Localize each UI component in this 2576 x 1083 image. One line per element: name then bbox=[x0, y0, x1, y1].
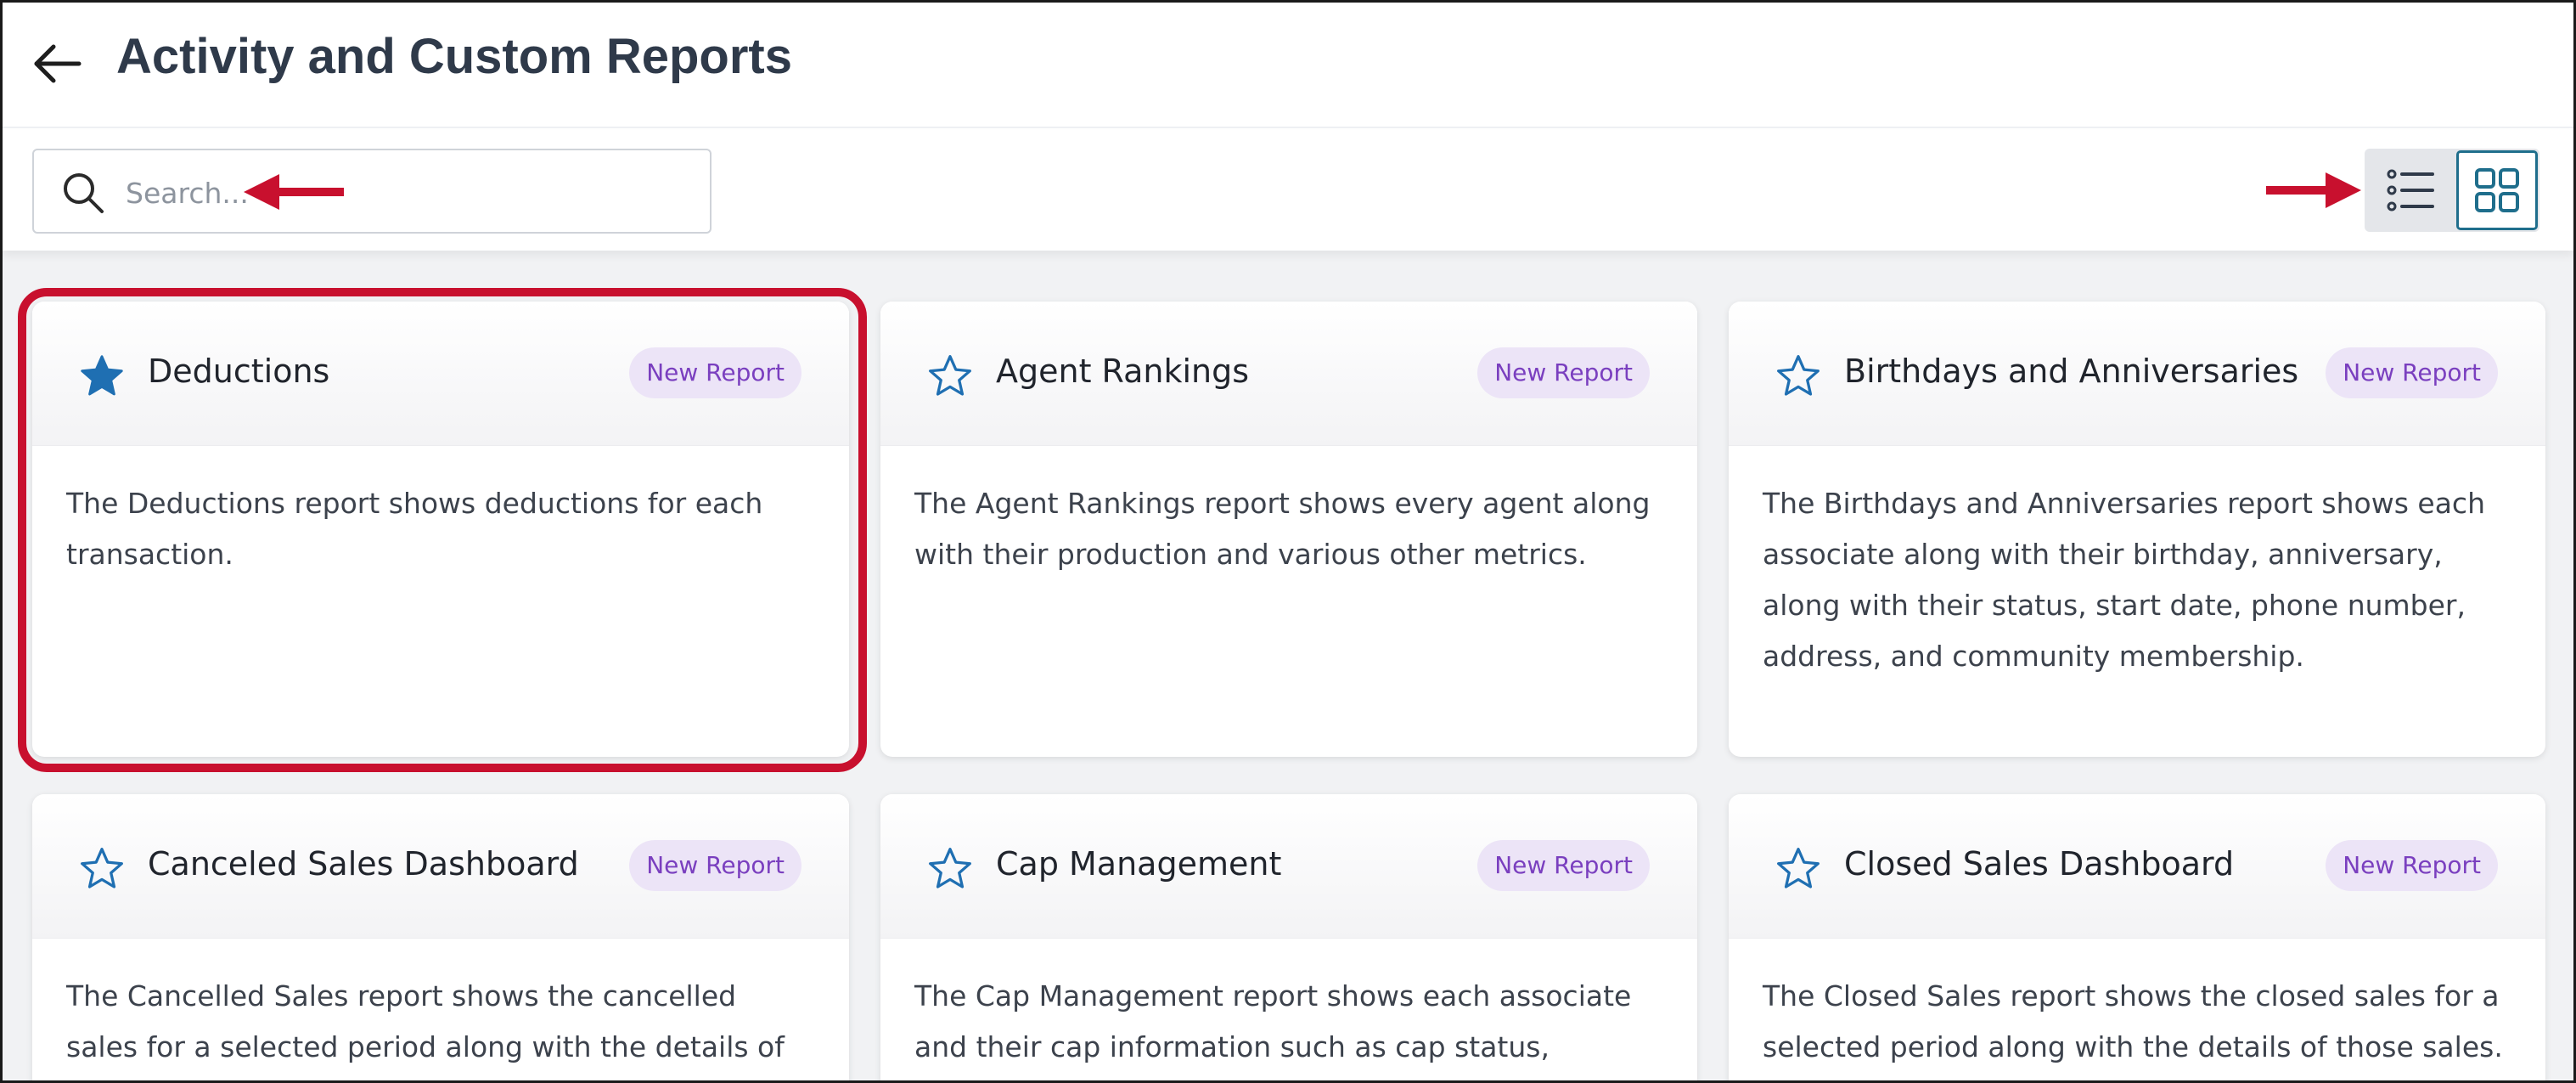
report-card-agent-rankings[interactable]: Agent Rankings New Report The Agent Rank… bbox=[880, 302, 1697, 757]
back-button[interactable] bbox=[31, 38, 82, 89]
toolbar bbox=[3, 130, 2573, 251]
card-description: The Closed Sales report shows the closed… bbox=[1763, 979, 2503, 1063]
grid-icon bbox=[2475, 168, 2519, 212]
report-card-birthdays[interactable]: Birthdays and Anniversaries New Report T… bbox=[1729, 302, 2545, 757]
star-outline-icon[interactable] bbox=[1775, 353, 1822, 400]
card-header: Agent Rankings New Report bbox=[880, 302, 1697, 446]
search-box[interactable] bbox=[32, 149, 711, 234]
arrow-left-icon bbox=[34, 44, 82, 83]
card-description: The Cancelled Sales report shows the can… bbox=[66, 979, 785, 1063]
card-header: Cap Management New Report bbox=[880, 794, 1697, 939]
card-description: The Birthdays and Anniversaries report s… bbox=[1763, 487, 2485, 673]
card-title: Cap Management bbox=[996, 845, 1282, 883]
new-report-badge: New Report bbox=[1477, 347, 1650, 398]
new-report-badge: New Report bbox=[2326, 347, 2498, 398]
card-description: The Agent Rankings report shows every ag… bbox=[914, 487, 1651, 571]
star-outline-icon[interactable] bbox=[1775, 845, 1822, 893]
card-title: Closed Sales Dashboard bbox=[1844, 845, 2235, 883]
list-view-button[interactable] bbox=[2365, 149, 2455, 232]
card-description: The Cap Management report shows each ass… bbox=[914, 979, 1632, 1063]
star-filled-icon[interactable] bbox=[78, 353, 126, 400]
card-header: Canceled Sales Dashboard New Report bbox=[32, 794, 849, 939]
new-report-badge: New Report bbox=[629, 840, 801, 891]
annotation-arrow-view-toggle bbox=[2266, 172, 2361, 208]
card-title: Birthdays and Anniversaries bbox=[1844, 353, 2299, 390]
new-report-badge: New Report bbox=[629, 347, 801, 398]
new-report-badge: New Report bbox=[2326, 840, 2498, 891]
report-card-canceled-sales[interactable]: Canceled Sales Dashboard New Report The … bbox=[32, 794, 849, 1080]
card-title: Agent Rankings bbox=[996, 353, 1250, 390]
grid-view-button[interactable] bbox=[2456, 150, 2538, 230]
star-outline-icon[interactable] bbox=[926, 353, 974, 400]
star-outline-icon[interactable] bbox=[926, 845, 974, 893]
report-card-closed-sales[interactable]: Closed Sales Dashboard New Report The Cl… bbox=[1729, 794, 2545, 1080]
star-outline-icon[interactable] bbox=[78, 845, 126, 893]
view-toggle bbox=[2365, 149, 2539, 232]
card-header: Closed Sales Dashboard New Report bbox=[1729, 794, 2545, 939]
card-title: Deductions bbox=[148, 353, 330, 390]
annotation-arrow-search bbox=[244, 174, 344, 210]
new-report-badge: New Report bbox=[1477, 840, 1650, 891]
list-icon bbox=[2387, 169, 2434, 212]
card-title: Canceled Sales Dashboard bbox=[148, 845, 579, 883]
search-icon bbox=[64, 173, 104, 213]
page-title: Activity and Custom Reports bbox=[116, 29, 792, 84]
report-card-deductions[interactable]: Deductions New Report The Deductions rep… bbox=[32, 302, 849, 757]
report-card-cap-management[interactable]: Cap Management New Report The Cap Manage… bbox=[880, 794, 1697, 1080]
card-description: The Deductions report shows deductions f… bbox=[66, 487, 763, 571]
card-header: Deductions New Report bbox=[32, 302, 849, 446]
card-header: Birthdays and Anniversaries New Report bbox=[1729, 302, 2545, 446]
report-grid: Deductions New Report The Deductions rep… bbox=[3, 251, 2573, 1080]
search-input[interactable] bbox=[126, 169, 669, 217]
app-window: Activity and Custom Reports Search... De… bbox=[0, 0, 2576, 1083]
page-header: Activity and Custom Reports bbox=[3, 3, 2573, 128]
